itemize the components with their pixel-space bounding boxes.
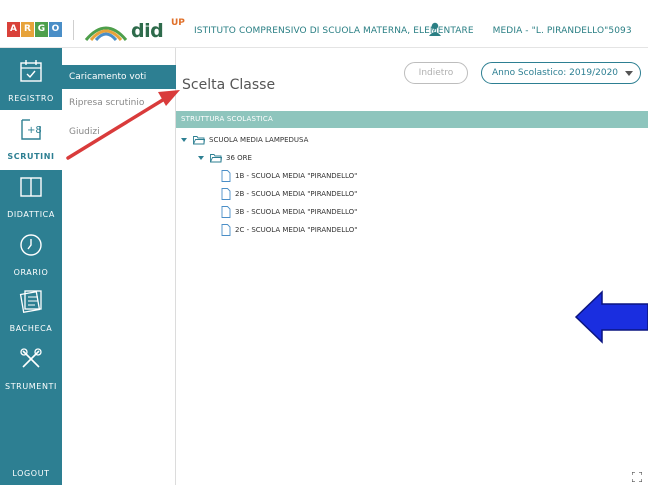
rail-item-strumenti[interactable]: STRUMENTI xyxy=(0,340,62,400)
argo-letter-o: O xyxy=(49,22,62,37)
page-title: Scelta Classe xyxy=(182,77,276,93)
main-nav-rail: REGISTRO +8 SCRUTINI DIDATTICA ORARIO BA… xyxy=(0,48,62,485)
caret-down-icon xyxy=(181,138,187,142)
back-button[interactable]: Indietro xyxy=(404,62,468,84)
chevron-down-icon xyxy=(625,71,633,76)
argo-letter-r: R xyxy=(21,22,34,37)
calendar-check-icon xyxy=(20,60,42,82)
tree-node-class-label: 2C - SCUOLA MEDIA "PIRANDELLO" xyxy=(235,226,358,234)
header-divider xyxy=(73,20,74,40)
book-icon xyxy=(20,177,42,197)
rail-item-didattica[interactable]: DIDATTICA xyxy=(0,168,62,228)
tree-node-group[interactable]: 36 ORE xyxy=(198,151,252,165)
rail-item-bacheca[interactable]: BACHECA xyxy=(0,282,62,342)
clock-icon xyxy=(20,234,42,256)
top-header: A R G O did UP ISTITUTO COMPRENSIVO DI S… xyxy=(0,0,648,48)
fullscreen-icon[interactable] xyxy=(632,472,642,482)
submenu-item-giudizi[interactable]: Giudizi xyxy=(62,120,176,144)
user-icon[interactable] xyxy=(428,22,442,36)
school-name: ISTITUTO COMPRENSIVO DI SCUOLA MATERNA, … xyxy=(194,26,632,36)
submenu-item-ripresa-scrutinio[interactable]: Ripresa scrutinio xyxy=(62,91,176,115)
caret-down-icon xyxy=(198,156,204,160)
document-icon xyxy=(221,224,231,236)
rail-label-bacheca: BACHECA xyxy=(9,324,53,333)
rail-item-registro[interactable]: REGISTRO xyxy=(0,52,62,112)
logout-button[interactable]: LOGOUT xyxy=(0,469,62,478)
tree-node-class[interactable]: 2C - SCUOLA MEDIA "PIRANDELLO" xyxy=(221,223,358,237)
argo-letter-a: A xyxy=(7,22,20,37)
document-icon xyxy=(221,188,231,200)
rail-label-registro: REGISTRO xyxy=(8,94,54,103)
rail-item-scrutini[interactable]: +8 SCRUTINI xyxy=(0,110,62,170)
tree-header: STRUTTURA SCOLASTICA xyxy=(176,111,648,128)
didup-brand: did xyxy=(131,20,164,42)
argo-letter-g: G xyxy=(35,22,48,37)
rail-label-scrutini: SCRUTINI xyxy=(7,152,55,161)
tree-node-class-label: 1B - SCUOLA MEDIA "PIRANDELLO" xyxy=(235,172,358,180)
grade-glyph: +8 xyxy=(27,125,42,136)
submenu-item-caricamento-voti[interactable]: Caricamento voti xyxy=(62,65,176,89)
tools-icon xyxy=(20,348,42,368)
tree-node-school[interactable]: SCUOLA MEDIA LAMPEDUSA xyxy=(181,133,308,147)
tree-node-class[interactable]: 2B - SCUOLA MEDIA "PIRANDELLO" xyxy=(221,187,357,201)
scrutini-submenu: Caricamento voti Ripresa scrutinio Giudi… xyxy=(62,48,176,485)
rainbow-logo-icon xyxy=(84,26,128,42)
rail-label-strumenti: STRUMENTI xyxy=(5,382,57,391)
folder-open-icon xyxy=(193,136,205,145)
rail-label-orario: ORARIO xyxy=(13,268,49,277)
rail-label-didattica: DIDATTICA xyxy=(7,210,55,219)
folder-open-icon xyxy=(210,154,222,163)
didup-brand-sup: UP xyxy=(171,18,185,28)
tree-node-school-label: SCUOLA MEDIA LAMPEDUSA xyxy=(209,136,309,144)
tree-node-class[interactable]: 1B - SCUOLA MEDIA "PIRANDELLO" xyxy=(221,169,357,183)
tree-node-class[interactable]: 3B - SCUOLA MEDIA "PIRANDELLO" xyxy=(221,205,357,219)
argo-logo: A R G O xyxy=(7,22,62,37)
rail-item-orario[interactable]: ORARIO xyxy=(0,226,62,286)
app-window: A R G O did UP ISTITUTO COMPRENSIVO DI S… xyxy=(0,0,648,485)
school-year-select[interactable]: Anno Scolastico: 2019/2020 xyxy=(481,62,641,84)
document-icon xyxy=(221,206,231,218)
document-icon xyxy=(221,170,231,182)
tree-node-group-label: 36 ORE xyxy=(226,154,252,162)
tree-node-class-label: 2B - SCUOLA MEDIA "PIRANDELLO" xyxy=(235,190,358,198)
noticeboard-icon xyxy=(19,290,42,314)
grade-icon: +8 xyxy=(21,119,42,140)
main-content: Scelta Classe Indietro Anno Scolastico: … xyxy=(176,48,648,485)
tree-node-class-label: 3B - SCUOLA MEDIA "PIRANDELLO" xyxy=(235,208,358,216)
school-year-value: Anno Scolastico: 2019/2020 xyxy=(492,68,619,78)
school-name-suffix: MEDIA - "L. PIRANDELLO"5093 xyxy=(492,26,632,36)
